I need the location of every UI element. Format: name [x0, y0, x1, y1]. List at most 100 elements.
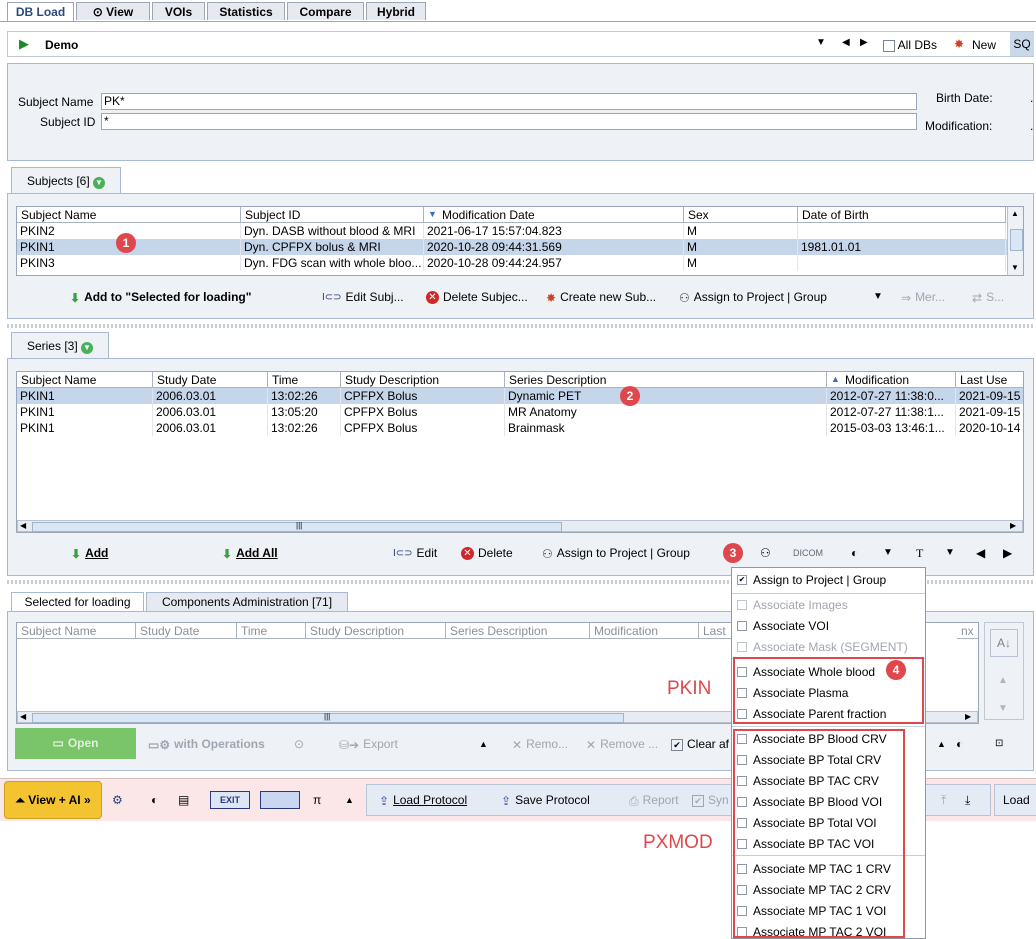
column-header[interactable]: Subject Name — [17, 623, 136, 639]
create-subject-button[interactable]: ✸ Create new Sub... — [546, 288, 656, 307]
column-header[interactable]: Subject ID — [241, 207, 424, 223]
view-ai-button[interactable]: ⏶ View + AI » — [4, 781, 102, 819]
column-header[interactable]: Time — [237, 623, 306, 639]
prev-icon[interactable]: ◀ — [842, 37, 850, 48]
column-header[interactable]: Last Use — [956, 372, 1023, 388]
exit-button[interactable]: EXIT — [210, 791, 250, 809]
assign-project-button[interactable]: ⚇ Assign to Project | Group — [679, 288, 827, 307]
chevron-down-icon[interactable]: ▼ — [873, 288, 883, 306]
column-header[interactable]: Subject Name — [17, 207, 241, 223]
menu-item-associate-mask[interactable]: Associate Mask (SEGMENT) — [737, 640, 908, 654]
move-down-icon[interactable]: ▼ — [998, 703, 1008, 714]
chevron-down-icon[interactable]: ▼ — [816, 37, 826, 48]
column-header[interactable]: Study Description — [341, 372, 505, 388]
chevron-down-icon[interactable]: ▼ — [883, 544, 893, 562]
column-header[interactable]: Study Date — [153, 372, 268, 388]
delete-subject-button[interactable]: ✕ Delete Subjec... — [426, 288, 528, 306]
column-header[interactable]: nx — [957, 623, 978, 639]
column-header[interactable]: Sex — [684, 207, 798, 223]
add-to-selected-button[interactable]: ⬇ Add to "Selected for loading" — [70, 288, 251, 307]
syn-checkbox[interactable]: ✔ Syn — [692, 791, 729, 809]
color-icon[interactable]: ◐ — [956, 735, 963, 753]
clear-after-checkbox[interactable]: ✔ Clear af — [671, 735, 729, 753]
menu-item-associate-images[interactable]: Associate Images — [737, 598, 848, 612]
table-row[interactable]: PKIN2 Dyn. DASB without blood & MRI 2021… — [17, 223, 1023, 239]
collapse-icon[interactable]: ▼ — [93, 177, 106, 189]
tab-hybrid[interactable]: Hybrid — [366, 2, 426, 20]
play-icon[interactable]: ▶ — [19, 36, 29, 52]
load-button[interactable]: Load — [994, 784, 1036, 816]
tab-subjects[interactable]: Subjects [6] ▼ — [11, 167, 121, 194]
subject-id-input[interactable]: * — [101, 113, 917, 130]
column-header[interactable]: Modification Date — [424, 207, 684, 223]
play-icon[interactable]: ⊙ — [294, 735, 304, 753]
column-header[interactable]: Modification — [590, 623, 699, 639]
report-button[interactable]: ⎙ Report — [629, 791, 679, 810]
dicom-button[interactable]: DICOM — [793, 544, 823, 562]
share-button[interactable]: ⇄ S... — [972, 288, 1004, 307]
chevron-up-icon[interactable]: ▲ — [479, 735, 488, 753]
chevron-up-icon[interactable]: ▲ — [937, 735, 946, 753]
table-row[interactable]: PKIN3 Dyn. FDG scan with whole bloo... 2… — [17, 255, 1023, 271]
upload-icon[interactable]: ⤒ — [941, 791, 946, 809]
all-dbs-checkbox[interactable]: All DBs — [883, 38, 937, 52]
column-header[interactable]: Modification — [827, 372, 956, 388]
vertical-scrollbar[interactable]: ▲ ▼ — [1007, 207, 1023, 275]
remove-all-button[interactable]: ✕ Remove ... — [586, 735, 658, 754]
pi-icon[interactable]: π — [313, 791, 321, 809]
open-button[interactable]: ▭ Open — [15, 728, 136, 759]
menu-item-assign-project[interactable]: ✔ Assign to Project | Group — [737, 573, 886, 587]
column-header[interactable]: Study Description — [306, 623, 446, 639]
collapse-icon[interactable]: ▼ — [81, 342, 94, 354]
delete-button[interactable]: ✕ Delete — [461, 544, 513, 562]
move-up-icon[interactable]: ▲ — [998, 675, 1008, 686]
text-icon[interactable]: T — [916, 544, 923, 562]
subject-name-input[interactable]: PK* — [101, 93, 917, 110]
expand-icon[interactable]: ⊡ — [995, 735, 1003, 753]
pattern-icon[interactable] — [260, 791, 300, 809]
circle-icon[interactable]: ◐ — [151, 791, 158, 809]
add-button[interactable]: ⬇ Add — [71, 544, 108, 563]
circle-icon[interactable]: ◐ — [851, 544, 858, 562]
tab-series[interactable]: Series [3] ▼ — [11, 332, 109, 359]
next-icon[interactable]: ▶ — [860, 37, 868, 48]
column-header[interactable]: Date of Birth — [798, 207, 1006, 223]
tab-compare[interactable]: Compare — [287, 2, 364, 20]
tab-selected-for-loading[interactable]: Selected for loading — [11, 592, 144, 612]
splitter[interactable] — [7, 324, 1034, 328]
tab-vois[interactable]: VOIs — [152, 2, 205, 20]
add-all-button[interactable]: ⬇ Add All — [222, 544, 278, 563]
column-header[interactable]: Time — [268, 372, 341, 388]
edit-button[interactable]: I⊂⊃ Edit — [393, 544, 437, 563]
tab-components-administration[interactable]: Components Administration [71] — [146, 592, 348, 611]
table-row[interactable]: PKIN1 Dyn. CPFPX bolus & MRI 2020-10-28 … — [17, 239, 1023, 255]
sort-icon[interactable]: A↓ — [990, 629, 1018, 657]
column-header[interactable]: Study Date — [136, 623, 237, 639]
download-icon[interactable]: ⤓ — [965, 791, 970, 809]
assign-project-button[interactable]: ⚇ Assign to Project | Group — [542, 544, 690, 563]
users-icon[interactable]: ⚇ — [760, 544, 771, 562]
with-operations-button[interactable]: ▭⚙ with Operations — [148, 735, 265, 754]
chevron-down-icon[interactable]: ▼ — [945, 544, 955, 562]
new-button[interactable]: New — [972, 38, 996, 52]
column-header[interactable]: Series Description — [505, 372, 827, 388]
horizontal-scrollbar[interactable]: ◀ ||| ▶ — [17, 520, 1023, 532]
sq-button[interactable]: SQ — [1010, 32, 1034, 56]
merge-button[interactable]: ⇒ Mer... — [901, 288, 945, 307]
doc-icon[interactable]: ▤ — [178, 791, 189, 809]
edit-subject-button[interactable]: I⊂⊃ Edit Subj... — [322, 288, 404, 307]
tab-statistics[interactable]: Statistics — [207, 2, 285, 20]
export-button[interactable]: ⛁➔ Export — [339, 735, 398, 754]
load-protocol-button[interactable]: ⇪ Load Protocol — [379, 791, 467, 810]
save-protocol-button[interactable]: ⇪ Save Protocol — [501, 791, 590, 810]
column-header[interactable]: Subject Name — [17, 372, 153, 388]
next-icon[interactable]: ▶ — [1003, 544, 1012, 562]
tab-db-load[interactable]: DB Load — [7, 2, 74, 22]
tool-icon[interactable]: ⚙ — [112, 791, 123, 809]
chevron-up-icon[interactable]: ▲ — [345, 791, 354, 809]
remove-button[interactable]: ✕ Remo... — [512, 735, 568, 754]
table-row[interactable]: PKIN1 2006.03.01 13:02:26 CPFPX Bolus Dy… — [17, 388, 1023, 404]
prev-icon[interactable]: ◀ — [976, 544, 985, 562]
table-row[interactable]: PKIN1 2006.03.01 13:05:20 CPFPX Bolus MR… — [17, 404, 1023, 420]
column-header[interactable]: Series Description — [446, 623, 590, 639]
